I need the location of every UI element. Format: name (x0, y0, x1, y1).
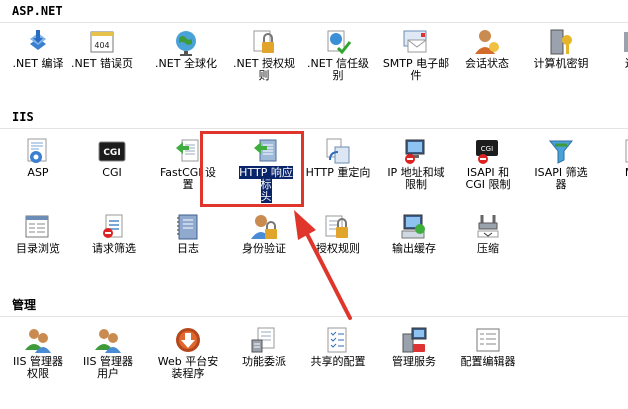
annotation-arrow (294, 210, 352, 320)
